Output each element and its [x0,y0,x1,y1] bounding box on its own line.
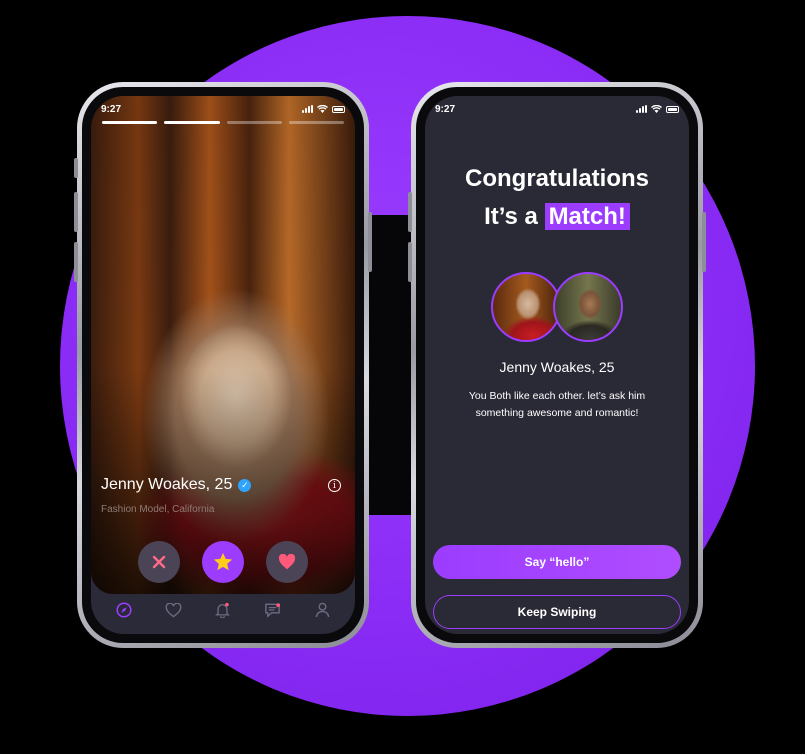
progress-segment [164,121,220,124]
tab-notifications[interactable] [213,600,233,620]
battery-icon [666,105,679,113]
power-button [368,212,372,272]
avatar-her [491,272,561,342]
heart-icon [278,554,296,570]
tab-messages[interactable] [263,600,283,620]
status-time: 9:27 [101,103,122,115]
say-hello-button[interactable]: Say “hello” [433,545,681,579]
volume-button [408,242,412,282]
battery-icon [332,105,345,113]
star-icon [213,552,233,571]
dislike-button[interactable] [138,541,180,583]
profile-subtitle: Fashion Model, California [101,504,215,515]
title-line-2: It’s a Match! [425,198,689,236]
tab-bar [91,586,355,634]
volume-button [74,192,78,232]
volume-button [408,192,412,232]
progress-segment [102,121,158,124]
wifi-icon [651,105,662,113]
chat-icon [265,603,281,618]
info-icon[interactable]: i [328,479,341,492]
signal-icon [302,105,313,113]
verified-icon: ✓ [238,478,252,492]
profile-photo[interactable] [91,96,355,594]
profile-screen: 9:27 Jenny Woakes, 25 ✓ i Fashion Model,… [91,96,355,634]
user-icon [315,602,329,618]
match-screen: 9:27 Congratulations It’s a Match! Jenny [425,96,689,634]
super-like-button[interactable] [202,541,244,583]
action-buttons [91,541,355,583]
match-avatars [425,272,689,342]
volume-button [74,242,78,282]
keep-swiping-button[interactable]: Keep Swiping [433,595,681,629]
title-prefix: It’s a [484,203,538,230]
power-button [702,212,706,272]
phone-profile: 9:27 Jenny Woakes, 25 ✓ i Fashion Model,… [74,82,372,648]
side-button [74,158,78,178]
like-button[interactable] [266,541,308,583]
phone-match: 9:27 Congratulations It’s a Match! Jenny [408,82,706,648]
status-time: 9:27 [435,103,456,115]
progress-segment [288,121,344,124]
title-line-1: Congratulations [465,165,649,192]
profile-name: Jenny Woakes, 25 [101,476,233,493]
tab-discover[interactable] [114,600,134,620]
match-title: Congratulations It’s a Match! [425,160,689,236]
status-bar: 9:27 [435,102,679,116]
avatar-him [553,272,623,342]
bell-icon [215,602,231,618]
story-progress [102,121,344,124]
heart-outline-icon [165,602,182,618]
tab-likes[interactable] [163,600,183,620]
profile-name-row: Jenny Woakes, 25 ✓ [101,476,252,494]
compass-icon [116,602,132,618]
signal-icon [636,105,647,113]
match-message: You Both like each other. let’s ask him … [468,390,646,419]
title-highlight: Match! [544,203,630,230]
status-bar: 9:27 [101,102,345,116]
wifi-icon [317,105,328,113]
match-name: Jenny Woakes, 25 [499,359,615,375]
tab-profile[interactable] [312,600,332,620]
close-icon [152,555,166,569]
progress-segment [226,121,282,124]
